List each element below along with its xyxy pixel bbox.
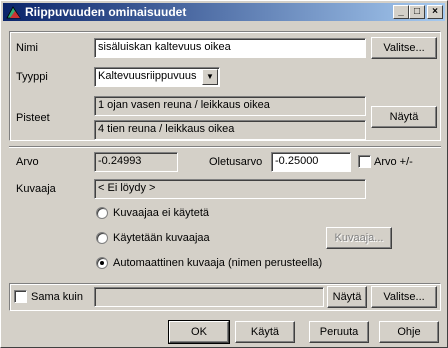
arvo-label: Arvo [16,156,39,168]
radio-selected-dot [100,261,104,265]
sama-label: Sama kuin [31,291,83,303]
arvo-field: -0.24993 [94,152,178,172]
tyyppi-value: Kaltevuusriippuvuus [98,70,197,82]
sama-field [94,287,324,307]
title-bar: Riippuvuuden ominaisuudet _ □ × [3,3,445,21]
sama-show-button[interactable]: Näytä [327,286,367,308]
point1-field: 1 ojan vasen reuna / leikkaus oikea [94,96,366,116]
oletusarvo-input[interactable]: -0.25000 [271,152,351,172]
tyyppi-select[interactable]: Kaltevuusriippuvuus ▼ [94,67,220,87]
minimize-button[interactable]: _ [393,5,409,19]
cancel-button[interactable]: Peruuta [309,321,369,343]
kuvaaja-field: < Ei löydy > [94,179,366,199]
radio-no-curve[interactable] [96,207,108,219]
sama-select-button[interactable]: Valitse... [371,286,437,308]
pisteet-show-button[interactable]: Näytä [371,106,437,128]
oletusarvo-label: Oletusarvo [209,156,263,168]
dialog-window: Riippuvuuden ominaisuudet _ □ × Nimi sis… [0,0,448,348]
arvo-pm-checkbox[interactable] [358,155,371,168]
radio-auto-curve[interactable] [96,257,108,269]
app-icon [6,6,21,19]
nimi-select-button[interactable]: Valitse... [371,37,437,59]
arvo-pm-label: Arvo +/- [374,156,413,168]
kuvaaja-button[interactable]: Kuvaaja... [326,227,392,249]
kuvaaja-label: Kuvaaja [16,183,56,195]
nimi-label: Nimi [16,42,38,54]
window-title: Riippuvuuden ominaisuudet [25,5,187,19]
ok-button[interactable]: OK [168,320,230,344]
radio-use-curve[interactable] [96,232,108,244]
sama-checkbox[interactable] [14,290,27,303]
pisteet-label: Pisteet [16,112,50,124]
radio-auto-curve-label: Automaattinen kuvaaja (nimen perusteella… [113,257,323,269]
help-button[interactable]: Ohje [379,321,439,343]
chevron-down-icon[interactable]: ▼ [202,69,218,85]
apply-button[interactable]: Käytä [235,321,295,343]
separator [9,146,441,148]
nimi-input[interactable]: sisäluiskan kaltevuus oikea [94,38,366,58]
maximize-button[interactable]: □ [409,5,425,19]
radio-use-curve-label: Käytetään kuvaajaa [113,232,210,244]
radio-no-curve-label: Kuvaajaa ei käytetä [113,207,210,219]
close-button[interactable]: × [427,5,443,19]
point2-field: 4 tien reuna / leikkaus oikea [94,120,366,140]
tyyppi-label: Tyyppi [16,71,48,83]
